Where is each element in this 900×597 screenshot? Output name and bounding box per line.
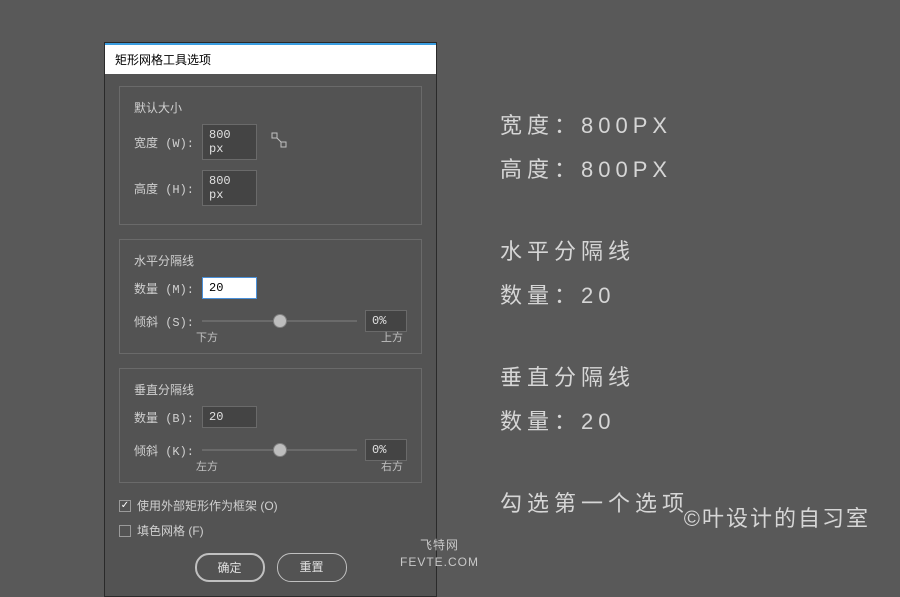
annotation-vdiv: 垂直分隔线	[500, 360, 689, 392]
fill-grid-label: 填色网格 (F)	[137, 522, 204, 539]
watermark: 飞特网 FEVTE.COM	[400, 537, 479, 571]
h-skew-label: 倾斜 (S):	[134, 313, 194, 330]
height-label: 高度 (H):	[134, 180, 194, 197]
annotation-check: 勾选第一个选项	[500, 486, 689, 518]
h-skew-row: 倾斜 (S): 0%	[134, 309, 407, 333]
annotation-vcount: 数量：20	[500, 404, 689, 436]
dialog-title-bar[interactable]: 矩形网格工具选项	[105, 43, 436, 74]
vertical-dividers-fieldset: 垂直分隔线 数量 (B): 20 倾斜 (K): 0% 左方 右方	[119, 368, 422, 483]
use-outer-frame-label: 使用外部矩形作为框架 (O)	[137, 497, 278, 514]
v-skew-label: 倾斜 (K):	[134, 442, 194, 459]
dialog-title: 矩形网格工具选项	[115, 53, 211, 67]
height-row: 高度 (H): 800 px	[134, 170, 407, 206]
default-size-fieldset: 默认大小 宽度 (W): 800 px 高度 (H): 800 px	[119, 86, 422, 225]
v-skew-high-label: 右方	[381, 458, 403, 474]
fill-grid-checkbox-row[interactable]: 填色网格 (F)	[119, 522, 422, 539]
width-label: 宽度 (W):	[134, 134, 194, 151]
watermark-bottom: FEVTE.COM	[400, 554, 479, 571]
annotation-panel: 宽度：800PX 高度：800PX 水平分隔线 数量：20 垂直分隔线 数量：2…	[500, 108, 689, 530]
dialog-body: 默认大小 宽度 (W): 800 px 高度 (H): 800 px 水平分隔线…	[105, 74, 436, 596]
credit-text: ©叶设计的自习室	[684, 501, 870, 533]
h-count-label: 数量 (M):	[134, 280, 194, 297]
use-outer-frame-checkbox-row[interactable]: ✓ 使用外部矩形作为框架 (O)	[119, 497, 422, 514]
v-count-row: 数量 (B): 20	[134, 406, 407, 428]
slider-handle-icon[interactable]	[273, 314, 287, 328]
h-count-row: 数量 (M): 20	[134, 277, 407, 299]
ok-button[interactable]: 确定	[195, 553, 265, 582]
h-count-input[interactable]: 20	[202, 277, 257, 299]
reset-button[interactable]: 重置	[277, 553, 347, 582]
height-input[interactable]: 800 px	[202, 170, 257, 206]
vertical-legend: 垂直分隔线	[134, 381, 407, 406]
h-skew-slider[interactable]	[202, 309, 357, 333]
annotation-width: 宽度：800PX	[500, 108, 689, 140]
constrain-proportions-icon[interactable]	[271, 132, 287, 153]
checkbox-unchecked-icon[interactable]	[119, 525, 131, 537]
horizontal-dividers-fieldset: 水平分隔线 数量 (M): 20 倾斜 (S): 0% 下方 上方	[119, 239, 422, 354]
button-row: 确定 重置	[119, 553, 422, 582]
h-skew-high-label: 上方	[381, 329, 403, 345]
width-input[interactable]: 800 px	[202, 124, 257, 160]
v-count-input[interactable]: 20	[202, 406, 257, 428]
annotation-hdiv: 水平分隔线	[500, 234, 689, 266]
annotation-height: 高度：800PX	[500, 152, 689, 184]
width-row: 宽度 (W): 800 px	[134, 124, 407, 160]
rectangular-grid-options-dialog: 矩形网格工具选项 默认大小 宽度 (W): 800 px 高度 (H): 800…	[104, 42, 437, 597]
horizontal-legend: 水平分隔线	[134, 252, 407, 277]
annotation-hcount: 数量：20	[500, 278, 689, 310]
v-count-label: 数量 (B):	[134, 409, 194, 426]
slider-handle-icon[interactable]	[273, 443, 287, 457]
default-size-legend: 默认大小	[134, 99, 407, 124]
watermark-top: 飞特网	[400, 537, 479, 554]
v-skew-row: 倾斜 (K): 0%	[134, 438, 407, 462]
checkbox-checked-icon[interactable]: ✓	[119, 500, 131, 512]
v-skew-slider[interactable]	[202, 438, 357, 462]
